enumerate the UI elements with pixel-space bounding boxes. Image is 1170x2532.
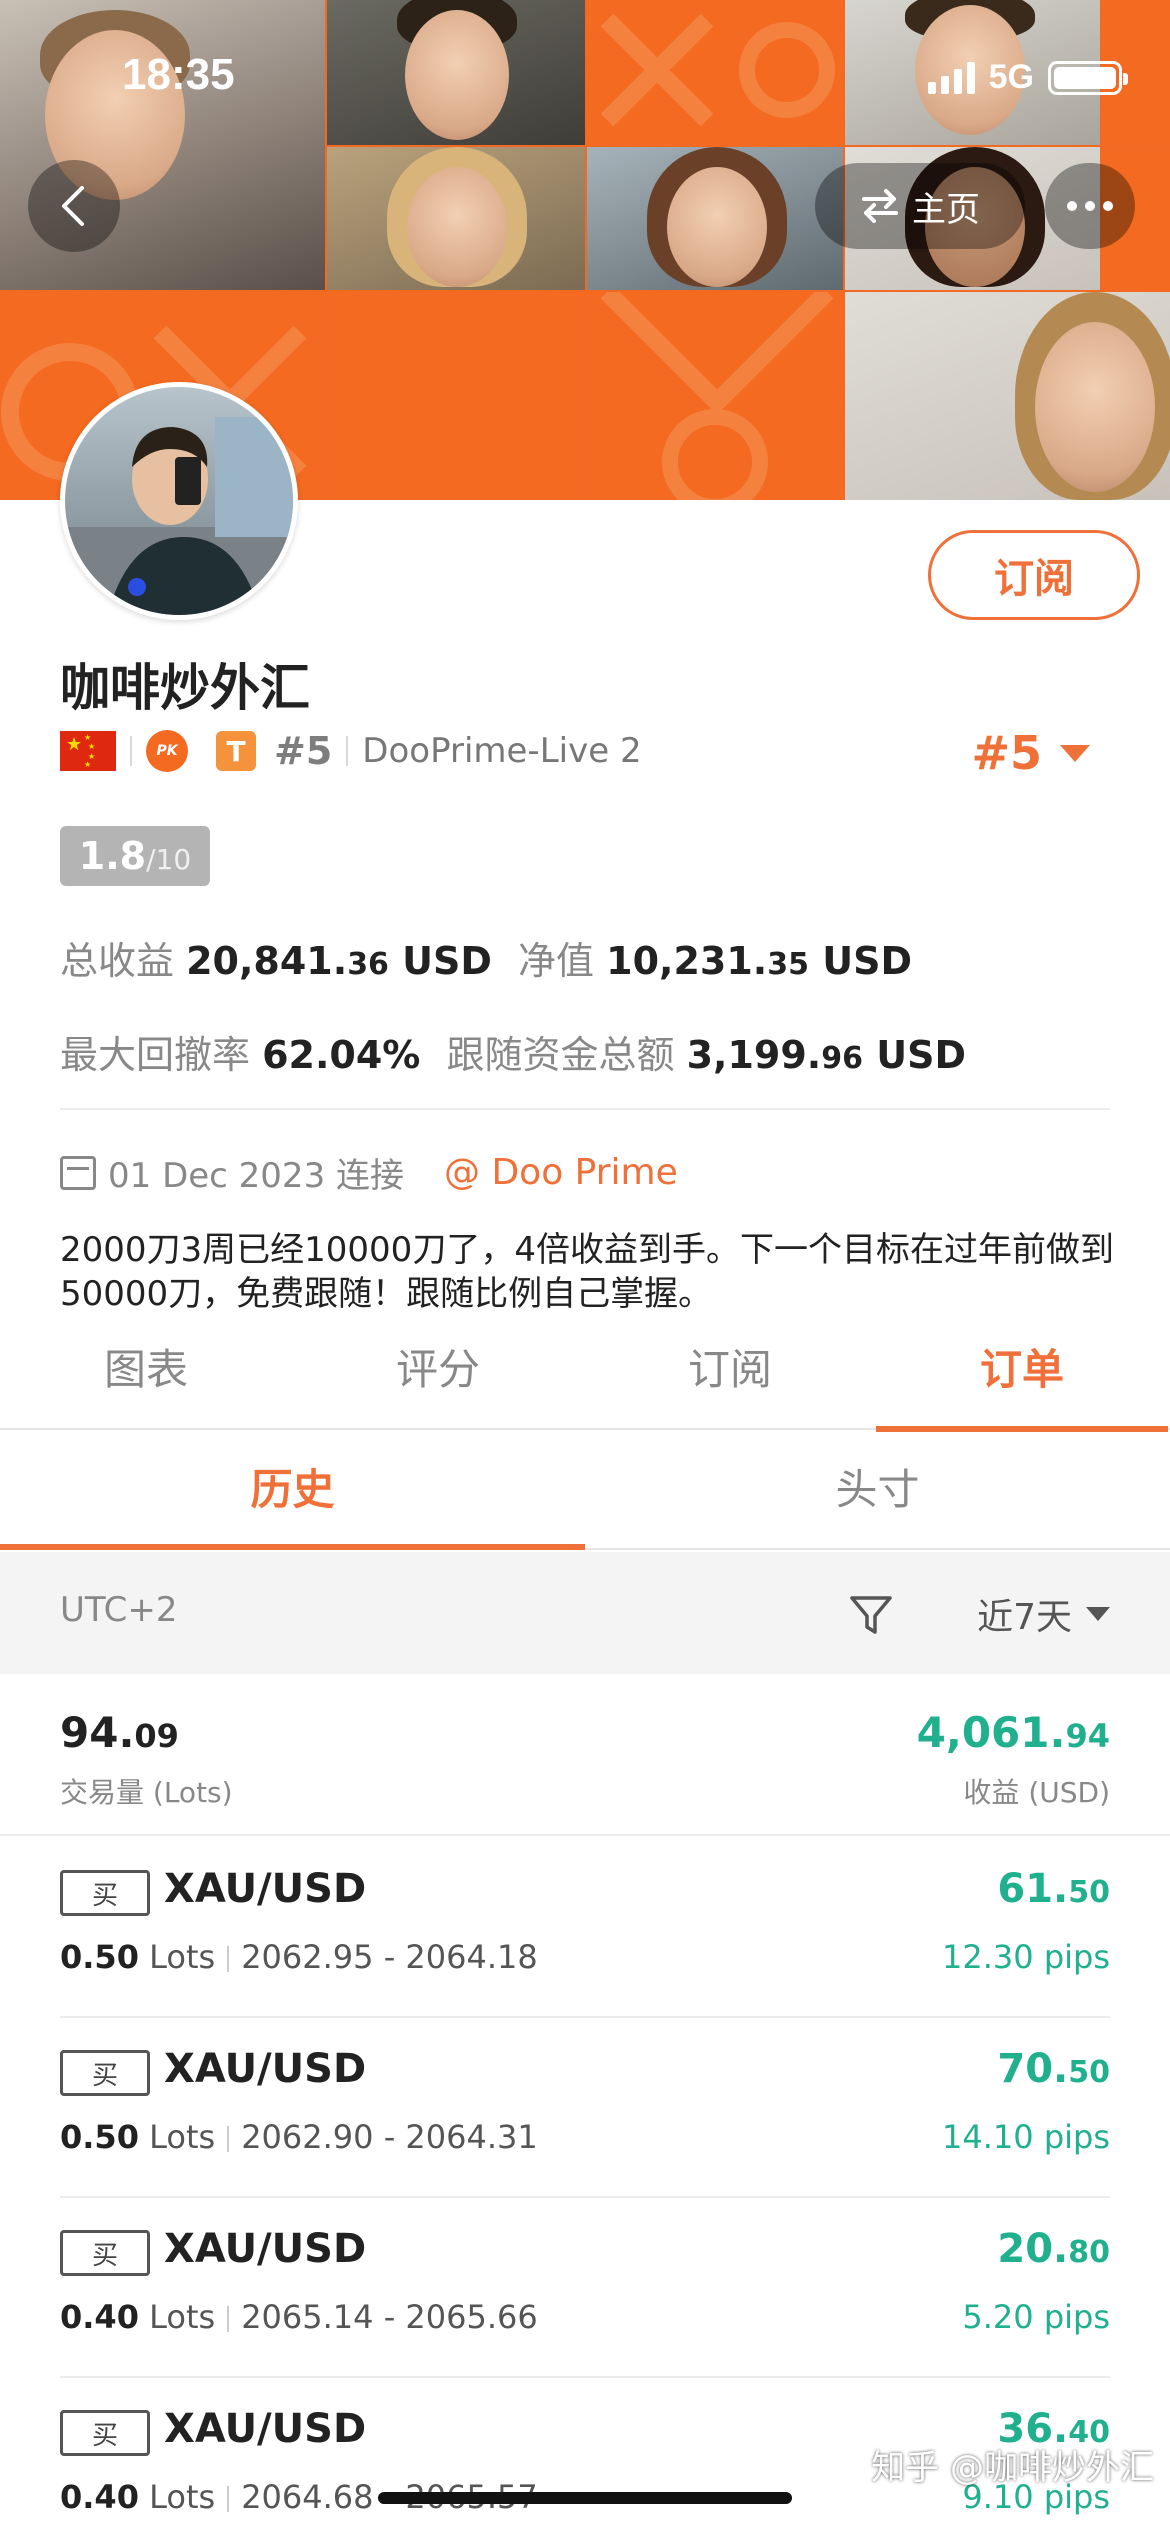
calendar-icon [60,1155,96,1190]
server-name: DooPrime-Live 2 [362,731,642,771]
network-type: 5G [988,58,1034,96]
total-profit-value: 20,841.36 USD [186,939,492,983]
order-pips: 14.10 pips [942,2118,1110,2156]
banner-pattern-6 [587,292,843,500]
buy-badge: 买 [60,2230,150,2276]
score-max: /10 [146,843,192,876]
china-flag-icon: ★ ★ ★ ★ ★ [60,731,116,771]
banner-pattern-5 [327,292,585,500]
follow-funds-label: 跟随资金总额 [446,1033,675,1077]
score-value: 1.8 [78,834,147,878]
order-summary: 94.09 交易量 (Lots) 4,061.94 收益 (USD) [0,1676,1170,1836]
more-dot [1085,201,1095,211]
home-label: 主页 [912,189,980,230]
more-button[interactable] [1045,163,1135,249]
banner-photo-7 [845,292,1170,500]
more-dot [1067,201,1077,211]
tab-subscribe[interactable]: 订阅 [584,1330,876,1428]
connect-date: 01 Dec 2023 连接 [108,1156,405,1196]
badge-divider [130,736,132,766]
volume-summary: 94.09 交易量 (Lots) [60,1708,233,1811]
total-profit-label: 总收益 [60,939,175,983]
banner-pattern-1 [587,0,843,145]
status-time: 18:35 [122,50,235,99]
t-badge-icon: T [216,731,256,771]
badge-divider [346,736,349,766]
back-button[interactable] [28,160,120,252]
swap-icon [862,189,898,223]
order-profit: 20.80 [997,2226,1110,2272]
date-range-value: 近7天 [977,1597,1072,1638]
drawdown-funds-line: 最大回撤率 62.04% 跟随资金总额 3,199.96 USD [60,1024,966,1079]
banner-photo-5 [587,147,843,290]
profit-value: 4,061.94 [916,1708,1110,1757]
tab-rating[interactable]: 评分 [292,1330,584,1428]
section-divider [60,1108,1110,1110]
order-row[interactable]: 买 XAU/USD 0.50 Lots 2062.95 - 2064.18 61.… [60,1838,1110,2018]
score-badge: 1.8 /10 [60,826,210,886]
rank-dropdown[interactable]: #5 [971,726,1090,780]
order-lots: 0.40 Lots 2065.14 - 2065.66 [60,2298,538,2336]
caret-down-icon [1060,744,1090,762]
tab-orders[interactable]: 订单 [876,1330,1168,1432]
subscribe-button[interactable]: 订阅 [928,530,1140,620]
order-symbol: XAU/USD [164,1866,367,1912]
battery-icon [1048,60,1128,95]
max-drawdown-label: 最大回撤率 [60,1033,251,1077]
pk-fire-icon: PK [146,730,188,772]
banner-photo-4 [327,147,585,290]
rank-label: #5 [274,729,333,773]
rank-value: #5 [971,726,1042,780]
home-switch-button[interactable]: 主页 [815,163,1025,249]
buy-badge: 买 [60,1870,150,1916]
order-symbol: XAU/USD [164,2406,367,2452]
follow-funds-value: 3,199.96 USD [686,1033,966,1077]
filter-icon[interactable] [848,1592,894,1638]
status-indicators: 5G [927,58,1128,97]
buy-badge: 买 [60,2410,150,2456]
caret-down-icon [1086,1607,1110,1621]
trader-name: 咖啡炒外汇 [60,659,310,717]
order-row[interactable]: 买 XAU/USD 0.40 Lots 2065.14 - 2065.66 20.… [60,2198,1110,2378]
order-pips: 5.20 pips [962,2298,1110,2336]
tab-chart[interactable]: 图表 [0,1330,292,1428]
chevron-left-icon [62,186,84,226]
equity-value: 10,231.35 USD [606,939,912,983]
subtab-positions[interactable]: 头寸 [585,1438,1170,1548]
buy-badge: 买 [60,2050,150,2096]
watermark: 知乎 @咖啡炒外汇 [871,2448,1154,2488]
volume-label: 交易量 (Lots) [60,1776,233,1809]
banner-photo-1 [0,0,325,290]
profit-equity-line: 总收益 20,841.36 USD 净值 10,231.35 USD [60,930,912,985]
order-profit: 70.50 [997,2046,1110,2092]
profit-summary: 4,061.94 收益 (USD) [917,1708,1110,1811]
max-drawdown-value: 62.04% [262,1033,421,1077]
order-lots: 0.50 Lots 2062.95 - 2064.18 [60,1938,538,1976]
avatar[interactable] [60,382,298,620]
profile-tabs: 图表 评分 订阅 订单 [0,1330,1170,1432]
order-profit: 61.50 [997,1866,1110,1912]
signal-icon [927,61,975,94]
more-dot [1103,201,1113,211]
order-symbol: XAU/USD [164,2226,367,2272]
broker-link[interactable]: @ Doo Prime [444,1152,678,1193]
timezone-label: UTC+2 [60,1590,178,1630]
subtab-history[interactable]: 历史 [0,1438,585,1550]
order-symbol: XAU/USD [164,2046,367,2092]
order-subtabs: 历史 头寸 [0,1438,1170,1550]
filter-bar: UTC+2 近7天 [0,1552,1170,1674]
order-lots: 0.50 Lots 2062.90 - 2064.31 [60,2118,538,2156]
order-row[interactable]: 买 XAU/USD 0.50 Lots 2062.90 - 2064.31 70.… [60,2018,1110,2198]
trader-badges: ★ ★ ★ ★ ★ PK T #5 DooPrime-Live 2 [60,726,642,776]
date-range-dropdown[interactable]: 近7天 [977,1588,1110,1640]
avatar-image [65,417,293,615]
banner-photo-2 [327,0,585,145]
connect-info: 01 Dec 2023 连接 @ Doo Prime [60,1148,678,1197]
trader-description: 2000刀3周已经10000刀了，4倍收益到手。下一个目标在过年前做到50000… [60,1230,1114,1314]
home-indicator[interactable] [378,2492,792,2504]
order-pips: 12.30 pips [942,1938,1110,1976]
equity-label: 净值 [518,939,595,983]
volume-value: 94.09 [60,1708,179,1757]
profit-label: 收益 (USD) [963,1776,1110,1809]
